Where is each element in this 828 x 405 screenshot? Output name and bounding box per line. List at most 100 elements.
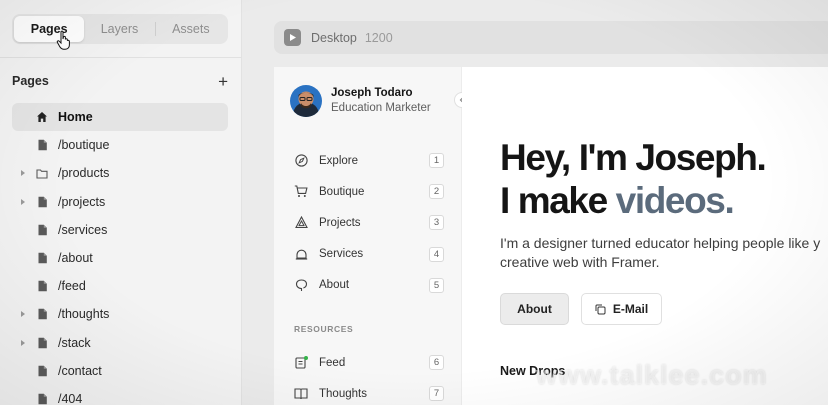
- nav-item-services[interactable]: Services 4: [294, 239, 444, 270]
- email-button[interactable]: E-Mail: [581, 293, 662, 325]
- file-icon: [36, 308, 48, 320]
- panel-tabs: Pages Layers Assets: [12, 14, 228, 44]
- frame-label-bar[interactable]: Desktop 1200: [274, 21, 828, 54]
- projects-icon: [294, 216, 308, 230]
- page-item-label: /stack: [58, 335, 91, 350]
- expand-caret-icon[interactable]: [21, 198, 25, 205]
- nav-item-label: About: [319, 279, 350, 292]
- page-item-label: /boutique: [58, 138, 110, 153]
- page-item-label: /thoughts: [58, 307, 110, 322]
- site-main: Hey, I'm Joseph. I make videos. I'm a de…: [462, 67, 828, 405]
- pages-header: Pages +: [12, 72, 228, 90]
- site-sidebar: Joseph Todaro Education Marketer Explore…: [274, 67, 470, 405]
- nav-item-label: Feed: [319, 356, 346, 369]
- file-icon: [36, 365, 48, 377]
- nav-item-projects[interactable]: Projects 3: [294, 207, 444, 238]
- description-line-2: creative web with Framer.: [500, 254, 660, 270]
- description-line-1: I'm a designer turned educator helping p…: [500, 235, 821, 251]
- expand-caret-icon[interactable]: [21, 311, 25, 318]
- nav-item-label: Explore: [319, 154, 358, 167]
- page-item[interactable]: /products: [12, 159, 228, 187]
- page-item-label: /404: [58, 391, 83, 405]
- expand-caret-icon[interactable]: [21, 170, 25, 177]
- nav-item-feed[interactable]: Feed 6: [294, 347, 444, 378]
- bell-icon: [294, 247, 308, 261]
- page-item-label: /contact: [58, 363, 102, 378]
- page-item[interactable]: /stack: [12, 329, 228, 357]
- page-item[interactable]: /projects: [12, 188, 228, 216]
- file-icon: [36, 393, 48, 405]
- nav-item-label: Thoughts: [319, 387, 367, 400]
- hero-description: I'm a designer turned educator helping p…: [500, 234, 828, 272]
- email-button-label: E-Mail: [612, 302, 649, 316]
- page-item-label: /feed: [58, 279, 86, 294]
- pages-section-title: Pages: [12, 74, 49, 88]
- thoughts-icon: [294, 387, 308, 401]
- hero-heading-line1: Hey, I'm Joseph.: [500, 137, 767, 178]
- site-frame[interactable]: Joseph Todaro Education Marketer Explore…: [274, 67, 828, 405]
- file-icon: [36, 196, 48, 208]
- page-item-label: /services: [58, 222, 108, 237]
- page-item[interactable]: /feed: [12, 272, 228, 300]
- shortcut-badge: 7: [429, 386, 444, 402]
- compass-icon: [294, 154, 308, 168]
- tab-layers[interactable]: Layers: [84, 16, 154, 42]
- home-icon: [36, 111, 48, 123]
- panel-divider: [0, 57, 242, 58]
- shortcut-badge: 4: [429, 246, 444, 262]
- page-item-label: /projects: [58, 194, 106, 209]
- hero-accent-text: videos.: [615, 180, 735, 221]
- page-item[interactable]: /thoughts: [12, 300, 228, 328]
- page-item[interactable]: /boutique: [12, 131, 228, 159]
- file-icon: [36, 252, 48, 264]
- feed-icon: [294, 356, 308, 370]
- about-icon: [294, 278, 308, 292]
- page-item-label: /products: [58, 166, 110, 181]
- nav-item-label: Services: [319, 248, 364, 261]
- tab-pages[interactable]: Pages: [14, 16, 85, 42]
- shortcut-badge: 3: [429, 215, 444, 231]
- copy-icon: [595, 304, 606, 315]
- page-item-label: Home: [58, 110, 93, 125]
- shortcut-badge: 2: [429, 184, 444, 200]
- expand-caret-icon[interactable]: [21, 339, 25, 346]
- nav-item-label: Boutique: [319, 185, 365, 198]
- file-icon: [36, 280, 48, 292]
- frame-name: Desktop: [311, 30, 357, 45]
- page-item-label: /about: [58, 251, 93, 266]
- site-nav: Explore 1 Boutique 2 Projects 3 Services 4 About…: [294, 145, 444, 301]
- nav-item-boutique[interactable]: Boutique 2: [294, 176, 444, 207]
- resources-title: RESOURCES: [294, 324, 354, 334]
- page-list: Home/boutique/products/projects/services…: [12, 103, 228, 405]
- file-icon: [36, 337, 48, 349]
- page-item[interactable]: /contact: [12, 357, 228, 385]
- folder-icon: [36, 167, 48, 179]
- tab-assets[interactable]: Assets: [156, 16, 226, 42]
- shortcut-badge: 1: [429, 153, 444, 168]
- page-item[interactable]: /services: [12, 216, 228, 244]
- about-button[interactable]: About: [500, 293, 569, 325]
- shortcut-badge: 6: [429, 355, 444, 370]
- nav-item-about[interactable]: About 5: [294, 270, 444, 301]
- avatar: [290, 85, 322, 117]
- nav-item-thoughts[interactable]: Thoughts 7: [294, 378, 444, 405]
- file-icon: [36, 139, 48, 151]
- page-item[interactable]: Home: [12, 103, 228, 132]
- hero-text: I make: [500, 180, 616, 221]
- profile-role: Education Marketer: [331, 102, 431, 114]
- page-item[interactable]: /404: [12, 385, 228, 405]
- page-item[interactable]: /about: [12, 244, 228, 272]
- pages-panel: Pages Layers Assets Pages + Home/boutiqu…: [0, 0, 242, 405]
- nav-item-explore[interactable]: Explore 1: [294, 145, 444, 176]
- frame-size: 1200: [364, 30, 393, 45]
- shortcut-badge: 5: [429, 277, 444, 293]
- add-page-icon[interactable]: +: [218, 73, 228, 90]
- cart-icon: [294, 185, 308, 199]
- watermark: www.talklee.com: [536, 360, 768, 390]
- profile-name: Joseph Todaro: [331, 87, 413, 99]
- file-icon: [36, 224, 48, 236]
- play-icon[interactable]: [284, 29, 301, 46]
- hand-cursor-icon: [56, 30, 70, 50]
- canvas[interactable]: Desktop 1200 Joseph Todaro Education Mar…: [242, 0, 828, 405]
- hero-heading-line2: I make videos.: [500, 180, 735, 222]
